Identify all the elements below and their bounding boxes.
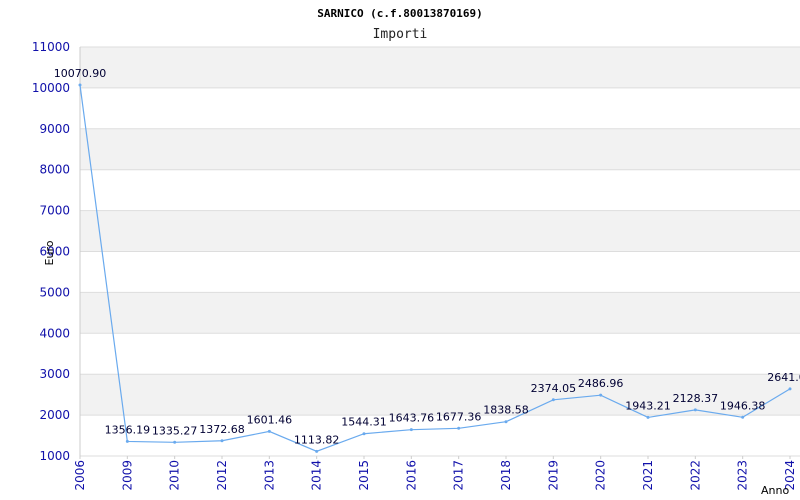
- x-tick-label: 2012: [215, 460, 229, 491]
- x-tick-label: 2018: [499, 460, 513, 491]
- data-label: 1372.68: [199, 423, 245, 436]
- data-label: 10070.90: [54, 67, 107, 80]
- data-point: [267, 429, 271, 433]
- x-tick-label: 2015: [357, 460, 371, 491]
- line-chart: SARNICO (c.f.80013870169) Importi 100020…: [32, 7, 800, 497]
- data-point: [315, 449, 319, 453]
- chart-title: SARNICO (c.f.80013870169): [317, 7, 483, 20]
- data-label: 1544.31: [341, 416, 387, 429]
- chart-subtitle: Importi: [373, 27, 428, 42]
- x-tick-label: 2019: [546, 460, 560, 491]
- grid-band: [80, 292, 800, 334]
- y-tick-label: 1000: [39, 449, 70, 463]
- data-point: [78, 83, 82, 87]
- y-tick-label: 5000: [39, 285, 70, 299]
- data-label: 2374.05: [531, 382, 577, 395]
- data-point: [504, 420, 508, 424]
- data-label: 1946.38: [720, 399, 766, 412]
- y-tick-label: 7000: [39, 204, 70, 218]
- x-tick-label: 2010: [168, 460, 182, 491]
- grid-band: [80, 47, 800, 88]
- data-point: [788, 387, 792, 391]
- x-tick-label: 2021: [641, 460, 655, 491]
- x-tick-label: 2014: [310, 460, 324, 491]
- x-tick-label: 2016: [404, 460, 418, 491]
- data-point: [125, 439, 129, 443]
- data-point: [741, 415, 745, 419]
- data-label: 1335.27: [152, 424, 198, 437]
- grid-bands: [80, 47, 800, 416]
- data-label: 1677.36: [436, 410, 482, 423]
- x-tick-label: 2023: [736, 460, 750, 491]
- x-axis-label: Anno: [761, 484, 789, 497]
- data-label: 1601.46: [247, 413, 293, 426]
- y-axis-label: Euro: [43, 240, 56, 265]
- y-tick-label: 8000: [39, 163, 70, 177]
- y-tick-label: 10000: [32, 81, 70, 95]
- data-point: [457, 426, 461, 430]
- x-tick-label: 2009: [120, 460, 134, 491]
- data-point: [220, 439, 224, 443]
- x-tick-label: 2022: [688, 460, 702, 491]
- y-tick-label: 2000: [39, 408, 70, 422]
- data-point: [551, 398, 555, 402]
- data-point: [646, 415, 650, 419]
- grid-band: [80, 210, 800, 252]
- data-label: 2486.96: [578, 377, 624, 390]
- x-tick-label: 2020: [594, 460, 608, 491]
- x-tick-label: 2006: [73, 460, 87, 491]
- data-label: 1113.82: [294, 433, 340, 446]
- x-tick-label: 2013: [262, 460, 276, 491]
- data-point: [599, 393, 603, 397]
- y-tick-label: 9000: [39, 122, 70, 136]
- y-tick-label: 11000: [32, 40, 70, 54]
- x-axis-ticks: 2006 2009 2010 2012 2013 2014 2015 2016 2017 2018…: [73, 456, 797, 491]
- data-label: 2641.03: [767, 371, 800, 384]
- data-point: [409, 428, 413, 432]
- x-tick-label: 2017: [452, 460, 466, 491]
- y-tick-label: 4000: [39, 326, 70, 340]
- data-label: 1643.76: [389, 412, 435, 425]
- data-label: 1356.19: [105, 423, 151, 436]
- data-label: 1838.58: [483, 404, 529, 417]
- data-point: [693, 408, 697, 412]
- grid-band: [80, 128, 800, 170]
- data-point: [173, 440, 177, 444]
- chart: SARNICO (c.f.80013870169) Importi 1000 20…: [0, 0, 800, 500]
- data-label: 2128.37: [673, 392, 719, 405]
- data-point: [362, 432, 366, 436]
- data-label: 1943.21: [625, 399, 671, 412]
- y-tick-label: 3000: [39, 367, 70, 381]
